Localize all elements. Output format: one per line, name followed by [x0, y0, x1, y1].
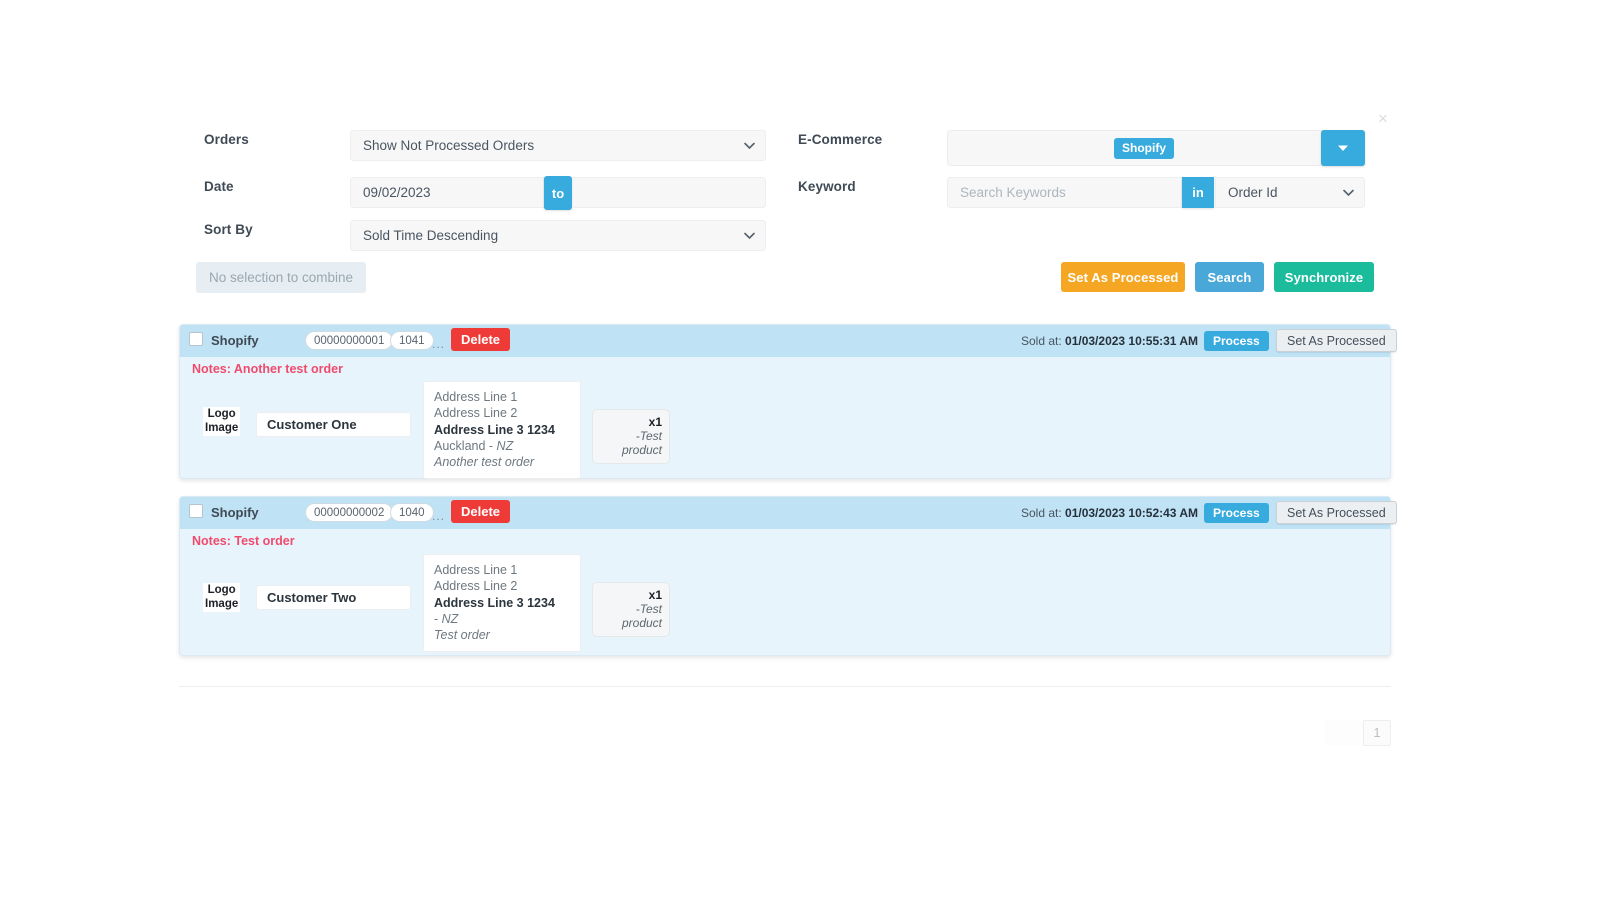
keyword-search-input[interactable]: Search Keywords	[947, 177, 1182, 208]
order-number-badge: 00000000002	[305, 503, 393, 522]
order-card: Shopify 00000000001 1041 ... Delete Sold…	[179, 324, 1391, 479]
order-select-checkbox[interactable]	[189, 504, 203, 518]
address-line-2: Address Line 2	[434, 405, 570, 421]
keyword-in-label: in	[1192, 185, 1204, 200]
footer-divider	[179, 686, 1391, 687]
shipping-address-block: Address Line 1 Address Line 2 Address Li…	[423, 381, 581, 479]
date-from-input[interactable]: 09/02/2023	[350, 177, 544, 208]
pagination-page-1[interactable]: 1	[1363, 720, 1391, 746]
order-sold-at: Sold at: 01/03/2023 10:55:31 AM	[1021, 334, 1198, 348]
order-sold-at-value: 01/03/2023 10:55:31 AM	[1065, 334, 1198, 348]
order-card-header: Shopify 00000000001 1041 ... Delete Sold…	[180, 325, 1390, 357]
date-to-input[interactable]	[572, 177, 766, 208]
order-ref-badge: 1040	[390, 503, 434, 522]
chevron-down-icon	[1343, 189, 1354, 196]
order-notes: Notes: Test order	[192, 534, 295, 548]
process-order-button[interactable]: Process	[1204, 503, 1269, 523]
ecommerce-dropdown-button[interactable]	[1321, 130, 1365, 166]
order-product-item: x1 -Test product	[592, 409, 670, 464]
close-icon[interactable]: ×	[1378, 110, 1388, 127]
order-card-header: Shopify 00000000002 1040 ... Delete Sold…	[180, 497, 1390, 529]
logo-image-line2: Image	[205, 598, 238, 612]
process-order-button[interactable]: Process	[1204, 331, 1269, 351]
product-quantity: x1	[600, 588, 662, 602]
set-as-processed-order-button[interactable]: Set As Processed	[1276, 501, 1397, 524]
address-city-country: Auckland - NZ	[434, 438, 570, 454]
order-sold-at: Sold at: 01/03/2023 10:52:43 AM	[1021, 506, 1198, 520]
date-from-value: 09/02/2023	[363, 185, 431, 200]
order-ref-badge: 1041	[390, 331, 434, 350]
logo-image-placeholder: Logo Image	[203, 407, 240, 436]
keyword-filter-label: Keyword	[798, 179, 856, 194]
set-as-processed-bulk-button[interactable]: Set As Processed	[1061, 262, 1185, 292]
delete-order-button[interactable]: Delete	[451, 500, 510, 523]
address-line-3: Address Line 3 1234	[434, 422, 570, 438]
sort-by-select-value: Sold Time Descending	[363, 228, 498, 243]
date-to-label: to	[552, 186, 564, 201]
shipping-address-block: Address Line 1 Address Line 2 Address Li…	[423, 554, 581, 652]
keyword-field-select[interactable]: Order Id	[1215, 177, 1365, 208]
order-management-page: × Orders Show Not Processed Orders Date …	[0, 0, 1600, 900]
order-sold-at-prefix: Sold at:	[1021, 506, 1065, 520]
order-ellipsis[interactable]: ...	[432, 337, 445, 351]
order-sold-at-value: 01/03/2023 10:52:43 AM	[1065, 506, 1198, 520]
address-line-2: Address Line 2	[434, 578, 570, 594]
order-sold-at-prefix: Sold at:	[1021, 334, 1065, 348]
address-city: Auckland	[434, 439, 485, 453]
date-range-group: 09/02/2023 to	[350, 177, 766, 208]
sort-by-select[interactable]: Sold Time Descending	[350, 220, 766, 251]
date-to-separator-button[interactable]: to	[544, 176, 572, 210]
address-country: NZ	[442, 612, 459, 626]
logo-image-line2: Image	[205, 422, 238, 436]
keyword-in-label-button: in	[1182, 177, 1214, 208]
combine-selection-button[interactable]: No selection to combine	[196, 262, 366, 293]
keyword-field-value: Order Id	[1228, 185, 1278, 200]
pagination: 1	[1325, 720, 1391, 746]
order-source-label: Shopify	[211, 333, 259, 348]
product-quantity: x1	[600, 415, 662, 429]
product-name: -Test product	[600, 602, 662, 630]
search-button[interactable]: Search	[1195, 262, 1264, 292]
address-city-country: - NZ	[434, 611, 570, 627]
date-filter-label: Date	[204, 179, 234, 194]
pagination-prev-button[interactable]	[1325, 720, 1363, 746]
synchronize-button[interactable]: Synchronize	[1274, 262, 1374, 292]
chevron-down-icon	[744, 142, 755, 149]
order-number-badge: 00000000001	[305, 331, 393, 350]
order-select-checkbox[interactable]	[189, 332, 203, 346]
address-line-1: Address Line 1	[434, 389, 570, 405]
address-line-1: Address Line 1	[434, 562, 570, 578]
customer-name-field[interactable]: Customer Two	[256, 585, 411, 610]
ecommerce-multiselect[interactable]: Shopify	[947, 130, 1341, 166]
caret-down-icon	[1337, 139, 1349, 157]
ecommerce-filter-label: E-Commerce	[798, 132, 882, 147]
order-ellipsis[interactable]: ...	[432, 509, 445, 523]
logo-image-line1: Logo	[205, 584, 238, 598]
order-notes: Notes: Another test order	[192, 362, 343, 376]
ecommerce-tag-shopify[interactable]: Shopify	[1114, 138, 1174, 159]
customer-name-field[interactable]: Customer One	[256, 412, 411, 437]
sort-by-filter-label: Sort By	[204, 222, 253, 237]
product-name: -Test product	[600, 429, 662, 457]
chevron-down-icon	[744, 232, 755, 239]
orders-select[interactable]: Show Not Processed Orders	[350, 130, 766, 161]
logo-image-placeholder: Logo Image	[203, 583, 240, 612]
address-country: NZ	[497, 439, 514, 453]
set-as-processed-order-button[interactable]: Set As Processed	[1276, 329, 1397, 352]
order-product-item: x1 -Test product	[592, 582, 670, 637]
delete-order-button[interactable]: Delete	[451, 328, 510, 351]
address-line-3: Address Line 3 1234	[434, 595, 570, 611]
keyword-placeholder: Search Keywords	[960, 185, 1066, 200]
orders-select-value: Show Not Processed Orders	[363, 138, 534, 153]
address-note: Test order	[434, 627, 570, 643]
order-card: Shopify 00000000002 1040 ... Delete Sold…	[179, 496, 1391, 656]
address-note: Another test order	[434, 454, 570, 470]
order-source-label: Shopify	[211, 505, 259, 520]
logo-image-line1: Logo	[205, 408, 238, 422]
orders-filter-label: Orders	[204, 132, 249, 147]
